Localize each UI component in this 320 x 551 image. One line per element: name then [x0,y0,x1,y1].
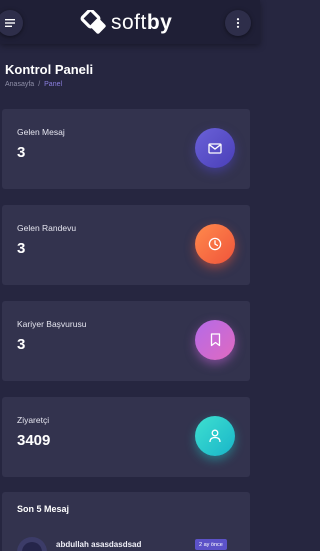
envelope-icon [208,142,222,154]
message-sender-name[interactable]: abdullah asasdasdsad [56,540,141,549]
stat-card-career-applications[interactable]: Kariyer Başvurusu 3 [2,301,250,381]
logo-text: softby [111,11,173,34]
bookmark-icon [210,333,220,347]
breadcrumb-home[interactable]: Anasayfa [5,81,34,88]
logo[interactable]: softby [80,10,172,36]
breadcrumb-separator: / [38,81,41,88]
stat-card-visitors[interactable]: Ziyaretçi 3409 [2,397,250,477]
softby-logo-icon [80,10,106,34]
stat-icon-circle [195,320,235,360]
page-title: Kontrol Paneli [5,62,94,77]
avatar [17,537,47,551]
stat-icon-circle [195,416,235,456]
stat-label: Ziyaretçi [17,415,50,425]
stat-value: 3 [17,336,26,353]
user-icon [209,429,221,443]
vertical-dots-icon [236,18,240,28]
top-bar: softby [0,0,260,44]
stat-label: Gelen Randevu [17,223,77,233]
stat-value: 3 [17,144,26,161]
menu-button[interactable] [0,10,23,36]
stat-card-messages[interactable]: Gelen Mesaj 3 [2,109,250,189]
latest-messages-panel: Son 5 Mesaj abdullah asasdasdsad 2 ay ön… [2,492,250,551]
stat-value: 3409 [17,432,51,449]
stat-icon-circle [195,224,235,264]
stat-icon-circle [195,128,235,168]
hamburger-icon [5,19,15,27]
stat-label: Kariyer Başvurusu [17,319,87,329]
stat-value: 3 [17,240,26,257]
more-options-button[interactable] [225,10,251,36]
clock-icon [208,237,222,251]
message-time-badge: 2 ay önce [195,539,227,550]
breadcrumb: Anasayfa / Panel [5,81,62,88]
latest-messages-title: Son 5 Mesaj [17,504,70,514]
stat-card-appointments[interactable]: Gelen Randevu 3 [2,205,250,285]
breadcrumb-current: Panel [44,81,63,88]
stat-label: Gelen Mesaj [17,127,65,137]
